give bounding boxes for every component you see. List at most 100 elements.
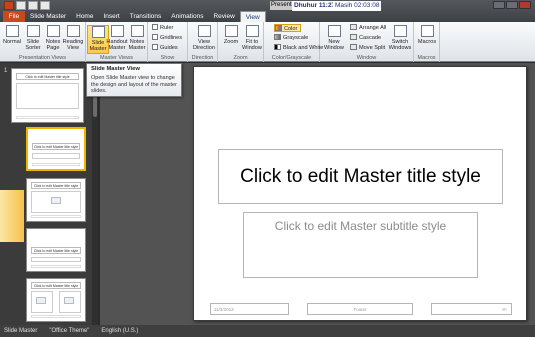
fit-to-window-icon (245, 25, 259, 37)
notes-master-button[interactable]: Notes Master (126, 25, 148, 54)
maximize-icon[interactable] (506, 1, 518, 9)
selected-layout-highlight (0, 190, 24, 242)
layout-thumbnail-title[interactable]: Click to edit Master title style (26, 127, 86, 171)
group-label: Master Views (100, 55, 133, 61)
normal-view-button[interactable]: Normal (1, 25, 23, 54)
black-and-white-button[interactable]: Black and White (274, 44, 323, 52)
zoom-label: Zoom (223, 39, 239, 45)
thumb-footer (16, 116, 79, 119)
cascade-icon (350, 34, 357, 40)
tab-insert[interactable]: Insert (98, 11, 124, 22)
ruler-label: Ruler (160, 25, 174, 31)
close-icon[interactable] (519, 1, 531, 9)
group-label: Macros (417, 55, 436, 61)
subtitle-placeholder[interactable]: Click to edit Master subtitle style (243, 212, 478, 278)
notes-page-icon (46, 25, 60, 37)
tooltip-description: Open Slide Master view to change the des… (91, 75, 177, 94)
tab-file[interactable]: File (3, 11, 25, 22)
move-split-icon (350, 44, 357, 50)
handout-master-button[interactable]: Handout Master (106, 25, 128, 54)
tab-view[interactable]: View (239, 11, 266, 22)
master-thumbnail[interactable]: Click to edit Master title style (11, 68, 84, 123)
view-direction-button[interactable]: View Direction (192, 25, 216, 54)
window-controls (493, 1, 531, 9)
redo-icon[interactable] (40, 1, 50, 10)
notes-master-icon (130, 25, 144, 37)
quick-access-toolbar (4, 1, 50, 10)
arrange-all-icon (350, 24, 357, 30)
prayer-timer-secondary: Masih 02:03:08 (333, 1, 382, 11)
tab-transitions[interactable]: Transitions (125, 11, 167, 22)
group-label: Zoom (233, 55, 248, 61)
slide-editing-area: Click to edit Master title style Click t… (100, 63, 535, 325)
minimize-icon[interactable] (493, 1, 505, 9)
normal-view-icon (5, 25, 19, 37)
thumb-title: Click to edit Master title style (32, 143, 80, 150)
document-title: Presentati (270, 1, 292, 10)
group-label: Direction (191, 55, 214, 61)
status-theme: "Office Theme" (49, 328, 90, 334)
tab-slide-master[interactable]: Slide Master (25, 11, 71, 22)
thumb-title: Click to edit Master title style (31, 247, 81, 254)
group-macros: Macros Macros (414, 22, 440, 62)
slide-number: 1 (4, 68, 8, 74)
zoom-icon (224, 25, 238, 37)
powerpoint-icon[interactable] (4, 1, 14, 10)
slide-number-placeholder[interactable]: ‹#› (431, 303, 512, 315)
reading-view-icon (66, 25, 80, 37)
thumb-footer (31, 315, 81, 318)
grayscale-label: Grayscale (283, 35, 309, 41)
date-placeholder[interactable]: 11/3/2013 (210, 303, 289, 315)
layout-thumbnail-content[interactable]: Click to edit Master title style (26, 178, 86, 222)
fit-to-window-label: Fit to Window (242, 39, 262, 51)
group-show: Ruler Gridlines Guides Show (148, 22, 188, 62)
save-icon[interactable] (16, 1, 26, 10)
layout-thumbnail-two-content[interactable]: Click to edit Master title style (26, 278, 86, 322)
footer-placeholder[interactable]: Footer (307, 303, 413, 315)
slide-sorter-label: Slide Sorter (25, 39, 41, 51)
reading-view-button[interactable]: Reading View (62, 25, 84, 54)
group-presentation-views: Normal Slide Sorter Notes Page Reading V… (0, 22, 86, 62)
normal-view-label: Normal (2, 39, 22, 45)
group-color-grayscale: Color Grayscale Black and White Color/Gr… (264, 22, 323, 62)
status-view: Slide Master (4, 328, 38, 334)
tab-animations[interactable]: Animations (166, 11, 208, 22)
status-bar: Slide Master "Office Theme" English (U.S… (0, 325, 535, 337)
ribbon: Normal Slide Sorter Notes Page Reading V… (0, 22, 535, 62)
layout-thumbnail-section[interactable]: Click to edit Master title style (26, 228, 86, 272)
fit-to-window-button[interactable]: Fit to Window (241, 25, 263, 54)
gridlines-checkbox[interactable]: Gridlines (152, 34, 182, 42)
color-button[interactable]: Color (274, 24, 302, 32)
switch-windows-button[interactable]: Switch Windows (388, 25, 412, 54)
thumb-footer (32, 163, 80, 166)
checkbox-icon (152, 44, 158, 50)
thumb-picture-icon (51, 197, 61, 204)
move-split-button[interactable]: Move Split (350, 44, 385, 52)
notes-page-button[interactable]: Notes Page (42, 25, 64, 54)
handout-master-label: Handout Master (106, 39, 128, 51)
group-master-views: Slide Master Handout Master Notes Master… (86, 22, 148, 62)
tab-review[interactable]: Review (208, 11, 239, 22)
arrange-all-button[interactable]: Arrange All (350, 24, 386, 32)
slide-master-label: Slide Master (89, 40, 107, 52)
macros-button[interactable]: Macros (416, 25, 438, 54)
guides-checkbox[interactable]: Guides (152, 44, 178, 52)
tooltip-title: Slide Master View (91, 66, 140, 72)
group-label: Show (160, 55, 175, 61)
undo-icon[interactable] (28, 1, 38, 10)
cascade-label: Cascade (359, 35, 382, 41)
cascade-button[interactable]: Cascade (350, 34, 381, 42)
ruler-checkbox[interactable]: Ruler (152, 24, 173, 32)
title-placeholder[interactable]: Click to edit Master title style (218, 149, 503, 204)
zoom-button[interactable]: Zoom (220, 25, 242, 54)
status-language[interactable]: English (U.S.) (101, 325, 138, 337)
color-swatch-icon (275, 25, 282, 31)
handout-master-icon (110, 25, 124, 37)
thumb-picture-icon (36, 297, 46, 304)
grayscale-button[interactable]: Grayscale (274, 34, 308, 42)
slide-sorter-button[interactable]: Slide Sorter (22, 25, 44, 54)
new-window-icon (327, 25, 341, 37)
new-window-button[interactable]: New Window (322, 25, 346, 54)
tab-home[interactable]: Home (71, 11, 98, 22)
thumbnail-scrollbar[interactable] (92, 63, 98, 325)
